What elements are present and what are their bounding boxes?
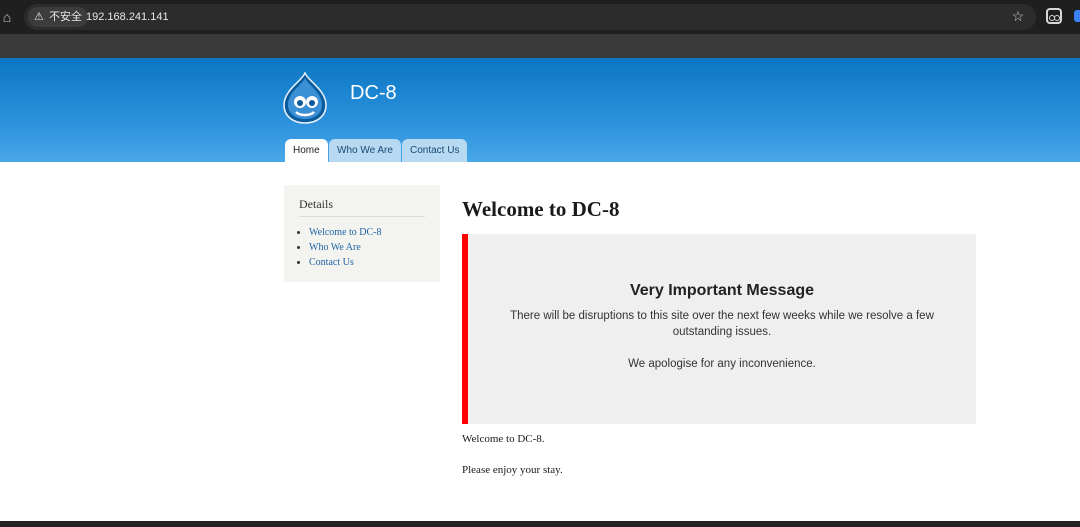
drupal-logo-icon[interactable] xyxy=(282,72,328,124)
browser-toolbar: ⌂ ⚠ 不安全 192.168.241.141 ☆ xyxy=(0,0,1080,34)
site-name[interactable]: DC-8 xyxy=(350,82,397,105)
important-message-box: Very Important Message There will be dis… xyxy=(462,234,976,424)
sidebar-details: Details Welcome to DC-8 Who We Are Conta… xyxy=(284,185,440,282)
message-apology: We apologise for any inconvenience. xyxy=(628,358,816,370)
site-header: DC-8 Home Who We Are Contact Us xyxy=(0,58,1080,162)
sidebar-item: Who We Are xyxy=(309,240,425,255)
star-icon[interactable]: ☆ xyxy=(1010,8,1026,24)
profile-icon[interactable] xyxy=(1074,10,1080,22)
sidebar-title: Details xyxy=(299,197,425,217)
body-paragraph-welcome: Welcome to DC-8. xyxy=(462,433,545,445)
sidebar-item: Contact Us xyxy=(309,255,425,270)
message-heading: Very Important Message xyxy=(629,282,815,299)
bookmarks-bar xyxy=(0,34,1080,58)
address-bar[interactable]: ⚠ 不安全 192.168.241.141 xyxy=(24,4,1036,30)
warning-icon: ⚠ xyxy=(34,11,44,23)
sidebar-link-contact-us[interactable]: Contact Us xyxy=(309,257,354,268)
sidebar-link-welcome[interactable]: Welcome to DC-8 xyxy=(309,227,382,238)
footer-bar xyxy=(0,521,1080,527)
tab-who-we-are[interactable]: Who We Are xyxy=(329,139,401,162)
sidebar-item: Welcome to DC-8 xyxy=(309,225,425,240)
tab-home[interactable]: Home xyxy=(285,139,328,162)
url-text[interactable]: 192.168.241.141 xyxy=(86,4,169,30)
sidebar-link-who-we-are[interactable]: Who We Are xyxy=(309,242,361,253)
page-title: Welcome to DC-8 xyxy=(462,197,620,221)
security-label: 不安全 xyxy=(48,11,82,23)
body-paragraph-enjoy: Please enjoy your stay. xyxy=(462,464,563,476)
sidebar-list: Welcome to DC-8 Who We Are Contact Us xyxy=(299,225,425,270)
extension-icon[interactable] xyxy=(1046,8,1062,24)
tab-contact-us[interactable]: Contact Us xyxy=(402,139,468,162)
message-text: There will be disruptions to this site o… xyxy=(510,310,934,338)
home-icon[interactable]: ⌂ xyxy=(0,9,14,25)
security-indicator[interactable]: ⚠ 不安全 xyxy=(28,7,88,27)
